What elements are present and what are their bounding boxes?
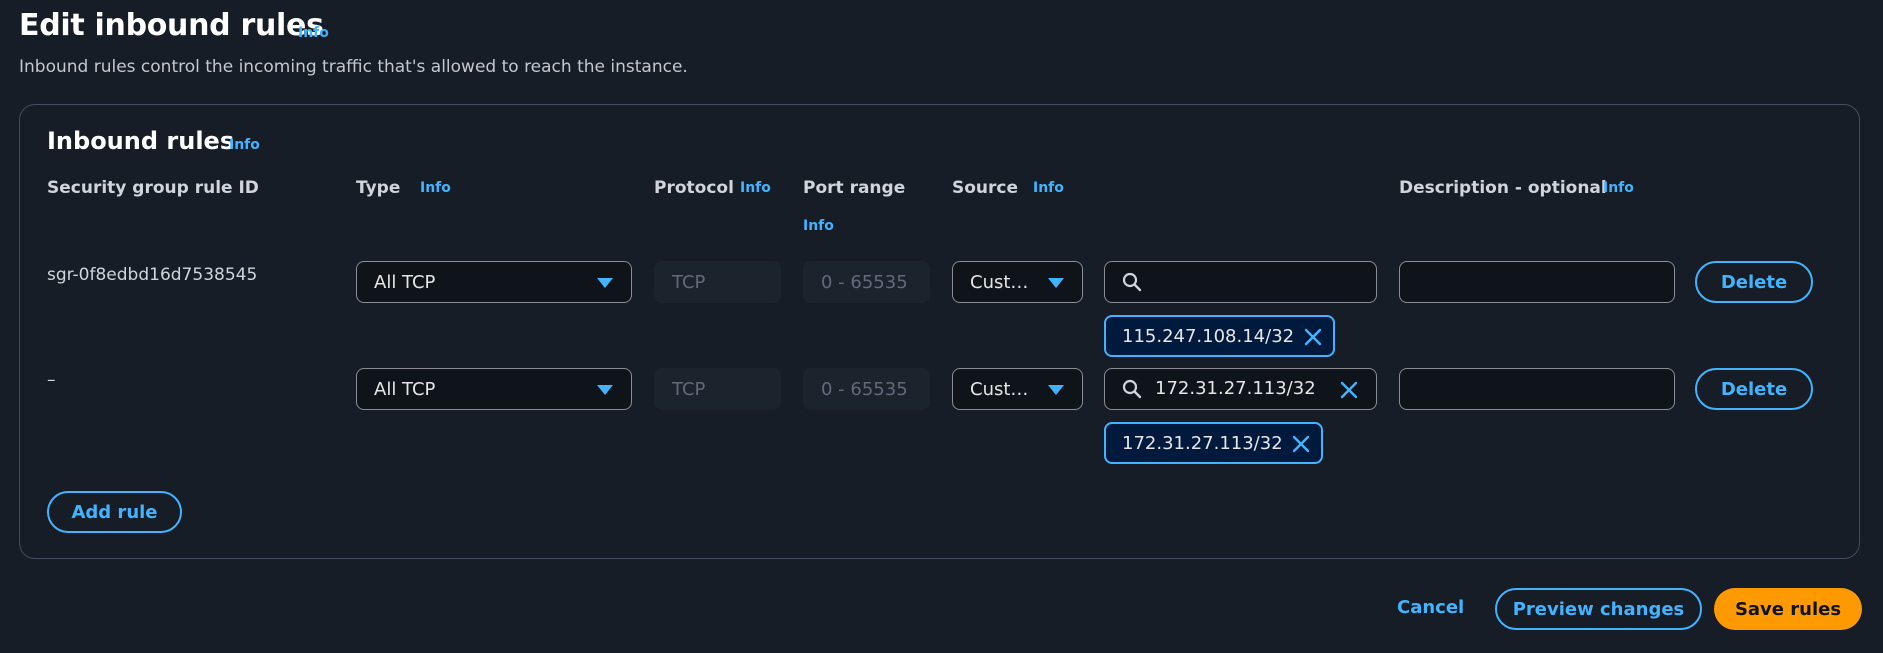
source-search-input[interactable]: 172.31.27.113/32 [1104, 368, 1377, 410]
cancel-button[interactable]: Cancel [1397, 597, 1464, 618]
caret-down-icon [1048, 278, 1064, 288]
column-header-rule-id: Security group rule ID [47, 178, 259, 198]
search-icon [1122, 272, 1142, 292]
port-range-field: 0 - 65535 [803, 368, 930, 410]
port-range-value: 0 - 65535 [821, 378, 908, 400]
page-info-link[interactable]: Info [298, 25, 329, 41]
delete-rule-button[interactable]: Delete [1695, 368, 1813, 410]
source-search-value: 172.31.27.113/32 [1155, 378, 1316, 399]
source-token: 115.247.108.14/32 [1104, 315, 1335, 357]
close-icon[interactable] [1339, 380, 1359, 400]
search-icon [1122, 379, 1142, 399]
port-range-info-link[interactable]: Info [803, 218, 834, 234]
type-select[interactable]: All TCP [356, 261, 632, 303]
caret-down-icon [1048, 385, 1064, 395]
save-rules-button[interactable]: Save rules [1714, 588, 1862, 630]
source-type-value: Cust… [970, 378, 1029, 400]
source-type-select[interactable]: Cust… [952, 368, 1083, 410]
page-description: Inbound rules control the incoming traff… [19, 57, 688, 77]
protocol-field: TCP [654, 368, 781, 410]
delete-rule-button[interactable]: Delete [1695, 261, 1813, 303]
source-token: 172.31.27.113/32 [1104, 422, 1323, 464]
protocol-field: TCP [654, 261, 781, 303]
column-header-description: Description - optional [1399, 178, 1607, 198]
type-select[interactable]: All TCP [356, 368, 632, 410]
description-input[interactable] [1399, 261, 1675, 303]
rule-id-cell: sgr-0f8edbd16d7538545 [47, 265, 258, 285]
caret-down-icon [597, 278, 613, 288]
description-input[interactable] [1399, 368, 1675, 410]
inbound-rules-panel [19, 104, 1860, 559]
description-info-link[interactable]: Info [1603, 180, 1634, 196]
caret-down-icon [597, 385, 613, 395]
type-info-link[interactable]: Info [420, 180, 451, 196]
page-title: Edit inbound rules [19, 8, 324, 43]
close-icon[interactable] [1303, 327, 1323, 347]
column-header-port-range: Port range [803, 178, 906, 198]
port-range-field: 0 - 65535 [803, 261, 930, 303]
source-token-label: 172.31.27.113/32 [1122, 433, 1283, 454]
panel-info-link[interactable]: Info [229, 137, 260, 153]
column-header-protocol: Protocol [654, 178, 734, 198]
source-type-value: Cust… [970, 271, 1029, 293]
close-icon[interactable] [1291, 434, 1311, 454]
type-select-value: All TCP [374, 378, 436, 400]
source-token-label: 115.247.108.14/32 [1122, 326, 1295, 347]
column-header-type: Type [356, 178, 401, 198]
panel-title: Inbound rules [47, 127, 235, 155]
rule-id-cell: – [47, 370, 56, 390]
type-select-value: All TCP [374, 271, 436, 293]
source-type-select[interactable]: Cust… [952, 261, 1083, 303]
protocol-value: TCP [672, 378, 706, 400]
protocol-value: TCP [672, 271, 706, 293]
source-search-input[interactable] [1104, 261, 1377, 303]
port-range-value: 0 - 65535 [821, 271, 908, 293]
source-info-link[interactable]: Info [1033, 180, 1064, 196]
protocol-info-link[interactable]: Info [740, 180, 771, 196]
column-header-source: Source [952, 178, 1019, 198]
preview-changes-button[interactable]: Preview changes [1495, 588, 1702, 630]
add-rule-button[interactable]: Add rule [47, 491, 182, 533]
